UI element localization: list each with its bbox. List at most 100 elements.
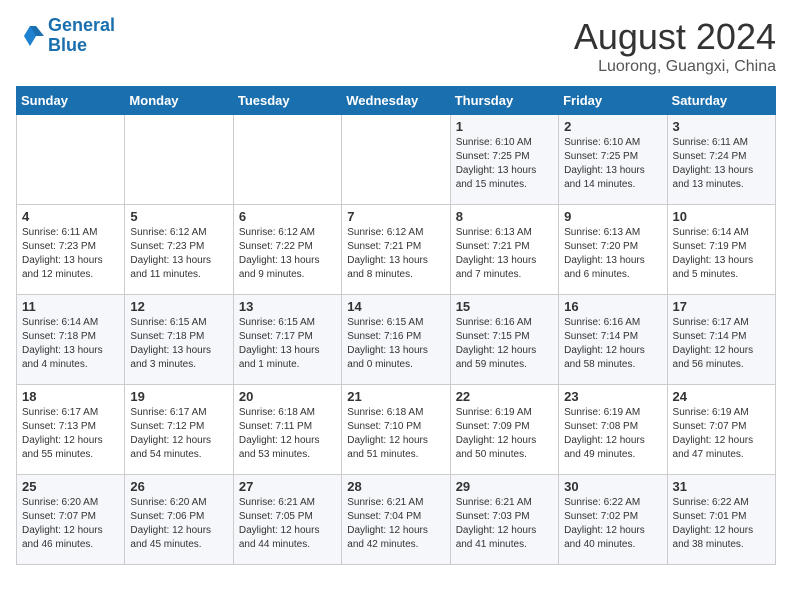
calendar-cell: 2 Sunrise: 6:10 AM Sunset: 7:25 PM Daylig… bbox=[559, 115, 667, 205]
calendar-cell: 29 Sunrise: 6:21 AM Sunset: 7:03 PM Dayli… bbox=[450, 475, 558, 565]
day-number: 2 bbox=[564, 119, 661, 134]
day-number: 30 bbox=[564, 479, 661, 494]
day-info: Sunrise: 6:21 AM Sunset: 7:04 PM Dayligh… bbox=[347, 496, 444, 552]
day-number: 25 bbox=[22, 479, 119, 494]
day-number: 19 bbox=[130, 389, 227, 404]
calendar-cell: 18 Sunrise: 6:17 AM Sunset: 7:13 PM Dayli… bbox=[17, 385, 125, 475]
day-info: Sunrise: 6:13 AM Sunset: 7:20 PM Dayligh… bbox=[564, 226, 661, 282]
logo-line2: Blue bbox=[48, 35, 87, 55]
day-info: Sunrise: 6:19 AM Sunset: 7:08 PM Dayligh… bbox=[564, 406, 661, 462]
calendar-cell: 24 Sunrise: 6:19 AM Sunset: 7:07 PM Dayli… bbox=[667, 385, 775, 475]
month-title: August 2024 bbox=[574, 16, 776, 58]
day-number: 7 bbox=[347, 209, 444, 224]
weekday-header-wednesday: Wednesday bbox=[342, 87, 450, 115]
calendar-header: SundayMondayTuesdayWednesdayThursdayFrid… bbox=[17, 87, 776, 115]
day-info: Sunrise: 6:17 AM Sunset: 7:14 PM Dayligh… bbox=[673, 316, 770, 372]
calendar-cell: 3 Sunrise: 6:11 AM Sunset: 7:24 PM Daylig… bbox=[667, 115, 775, 205]
day-number: 13 bbox=[239, 299, 336, 314]
weekday-header-tuesday: Tuesday bbox=[233, 87, 341, 115]
calendar-week-row: 18 Sunrise: 6:17 AM Sunset: 7:13 PM Dayli… bbox=[17, 385, 776, 475]
day-info: Sunrise: 6:11 AM Sunset: 7:23 PM Dayligh… bbox=[22, 226, 119, 282]
calendar-cell: 8Sunrise: 6:13 AM Sunset: 7:21 PM Daylig… bbox=[450, 205, 558, 295]
day-number: 22 bbox=[456, 389, 553, 404]
calendar-cell bbox=[125, 115, 233, 205]
calendar-cell: 9Sunrise: 6:13 AM Sunset: 7:20 PM Daylig… bbox=[559, 205, 667, 295]
day-number: 27 bbox=[239, 479, 336, 494]
day-number: 15 bbox=[456, 299, 553, 314]
calendar-cell: 10Sunrise: 6:14 AM Sunset: 7:19 PM Dayli… bbox=[667, 205, 775, 295]
day-number: 8 bbox=[456, 209, 553, 224]
calendar-cell: 15 Sunrise: 6:16 AM Sunset: 7:15 PM Dayli… bbox=[450, 295, 558, 385]
logo-text: General Blue bbox=[48, 16, 115, 56]
calendar-cell: 14 Sunrise: 6:15 AM Sunset: 7:16 PM Dayli… bbox=[342, 295, 450, 385]
calendar-week-row: 1 Sunrise: 6:10 AM Sunset: 7:25 PM Daylig… bbox=[17, 115, 776, 205]
calendar-cell: 5 Sunrise: 6:12 AM Sunset: 7:23 PM Daylig… bbox=[125, 205, 233, 295]
calendar-table: SundayMondayTuesdayWednesdayThursdayFrid… bbox=[16, 86, 776, 565]
day-info: Sunrise: 6:17 AM Sunset: 7:13 PM Dayligh… bbox=[22, 406, 119, 462]
calendar-cell: 16 Sunrise: 6:16 AM Sunset: 7:14 PM Dayli… bbox=[559, 295, 667, 385]
weekday-header-monday: Monday bbox=[125, 87, 233, 115]
day-number: 6 bbox=[239, 209, 336, 224]
day-info: Sunrise: 6:14 AM Sunset: 7:19 PM Dayligh… bbox=[673, 226, 770, 282]
day-info: Sunrise: 6:22 AM Sunset: 7:01 PM Dayligh… bbox=[673, 496, 770, 552]
day-info: Sunrise: 6:12 AM Sunset: 7:22 PM Dayligh… bbox=[239, 226, 336, 282]
day-number: 1 bbox=[456, 119, 553, 134]
day-number: 17 bbox=[673, 299, 770, 314]
weekday-header-row: SundayMondayTuesdayWednesdayThursdayFrid… bbox=[17, 87, 776, 115]
calendar-cell: 19 Sunrise: 6:17 AM Sunset: 7:12 PM Dayli… bbox=[125, 385, 233, 475]
day-number: 5 bbox=[130, 209, 227, 224]
calendar-cell: 30Sunrise: 6:22 AM Sunset: 7:02 PM Dayli… bbox=[559, 475, 667, 565]
day-info: Sunrise: 6:12 AM Sunset: 7:23 PM Dayligh… bbox=[130, 226, 227, 282]
day-info: Sunrise: 6:15 AM Sunset: 7:16 PM Dayligh… bbox=[347, 316, 444, 372]
calendar-week-row: 11Sunrise: 6:14 AM Sunset: 7:18 PM Dayli… bbox=[17, 295, 776, 385]
day-info: Sunrise: 6:21 AM Sunset: 7:03 PM Dayligh… bbox=[456, 496, 553, 552]
calendar-cell: 21 Sunrise: 6:18 AM Sunset: 7:10 PM Dayli… bbox=[342, 385, 450, 475]
day-info: Sunrise: 6:10 AM Sunset: 7:25 PM Dayligh… bbox=[564, 136, 661, 192]
logo-line1: General bbox=[48, 15, 115, 35]
day-number: 12 bbox=[130, 299, 227, 314]
calendar-cell: 26Sunrise: 6:20 AM Sunset: 7:06 PM Dayli… bbox=[125, 475, 233, 565]
day-number: 29 bbox=[456, 479, 553, 494]
title-block: August 2024 Luorong, Guangxi, China bbox=[574, 16, 776, 76]
calendar-cell: 25Sunrise: 6:20 AM Sunset: 7:07 PM Dayli… bbox=[17, 475, 125, 565]
day-info: Sunrise: 6:17 AM Sunset: 7:12 PM Dayligh… bbox=[130, 406, 227, 462]
calendar-cell: 7 Sunrise: 6:12 AM Sunset: 7:21 PM Daylig… bbox=[342, 205, 450, 295]
day-info: Sunrise: 6:19 AM Sunset: 7:07 PM Dayligh… bbox=[673, 406, 770, 462]
day-info: Sunrise: 6:16 AM Sunset: 7:15 PM Dayligh… bbox=[456, 316, 553, 372]
day-info: Sunrise: 6:20 AM Sunset: 7:06 PM Dayligh… bbox=[130, 496, 227, 552]
calendar-week-row: 25Sunrise: 6:20 AM Sunset: 7:07 PM Dayli… bbox=[17, 475, 776, 565]
calendar-cell: 11Sunrise: 6:14 AM Sunset: 7:18 PM Dayli… bbox=[17, 295, 125, 385]
calendar-body: 1 Sunrise: 6:10 AM Sunset: 7:25 PM Daylig… bbox=[17, 115, 776, 565]
calendar-cell: 23 Sunrise: 6:19 AM Sunset: 7:08 PM Dayli… bbox=[559, 385, 667, 475]
day-info: Sunrise: 6:12 AM Sunset: 7:21 PM Dayligh… bbox=[347, 226, 444, 282]
day-number: 16 bbox=[564, 299, 661, 314]
day-info: Sunrise: 6:21 AM Sunset: 7:05 PM Dayligh… bbox=[239, 496, 336, 552]
day-info: Sunrise: 6:16 AM Sunset: 7:14 PM Dayligh… bbox=[564, 316, 661, 372]
day-info: Sunrise: 6:15 AM Sunset: 7:17 PM Dayligh… bbox=[239, 316, 336, 372]
location-title: Luorong, Guangxi, China bbox=[574, 58, 776, 76]
calendar-cell: 13 Sunrise: 6:15 AM Sunset: 7:17 PM Dayli… bbox=[233, 295, 341, 385]
day-number: 24 bbox=[673, 389, 770, 404]
day-number: 14 bbox=[347, 299, 444, 314]
day-info: Sunrise: 6:11 AM Sunset: 7:24 PM Dayligh… bbox=[673, 136, 770, 192]
day-number: 18 bbox=[22, 389, 119, 404]
page-header: General Blue August 2024 Luorong, Guangx… bbox=[16, 16, 776, 76]
day-info: Sunrise: 6:14 AM Sunset: 7:18 PM Dayligh… bbox=[22, 316, 119, 372]
calendar-cell bbox=[342, 115, 450, 205]
calendar-cell: 31 Sunrise: 6:22 AM Sunset: 7:01 PM Dayli… bbox=[667, 475, 775, 565]
day-info: Sunrise: 6:18 AM Sunset: 7:11 PM Dayligh… bbox=[239, 406, 336, 462]
calendar-cell: 28Sunrise: 6:21 AM Sunset: 7:04 PM Dayli… bbox=[342, 475, 450, 565]
calendar-cell bbox=[17, 115, 125, 205]
calendar-cell: 1Sunrise: 6:10 AM Sunset: 7:25 PM Daylig… bbox=[450, 115, 558, 205]
calendar-cell bbox=[233, 115, 341, 205]
calendar-cell: 4Sunrise: 6:11 AM Sunset: 7:23 PM Daylig… bbox=[17, 205, 125, 295]
day-number: 3 bbox=[673, 119, 770, 134]
day-number: 23 bbox=[564, 389, 661, 404]
weekday-header-saturday: Saturday bbox=[667, 87, 775, 115]
day-number: 21 bbox=[347, 389, 444, 404]
calendar-cell: 17 Sunrise: 6:17 AM Sunset: 7:14 PM Dayli… bbox=[667, 295, 775, 385]
day-info: Sunrise: 6:18 AM Sunset: 7:10 PM Dayligh… bbox=[347, 406, 444, 462]
weekday-header-thursday: Thursday bbox=[450, 87, 558, 115]
day-info: Sunrise: 6:19 AM Sunset: 7:09 PM Dayligh… bbox=[456, 406, 553, 462]
day-number: 31 bbox=[673, 479, 770, 494]
